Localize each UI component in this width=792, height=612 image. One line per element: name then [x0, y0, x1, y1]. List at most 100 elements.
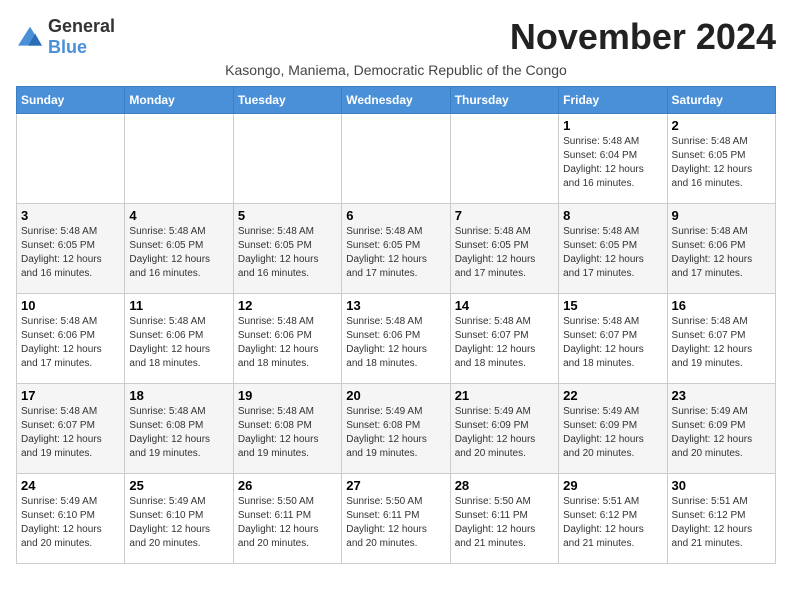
day-info: Sunrise: 5:48 AMSunset: 6:06 PMDaylight:…	[346, 315, 445, 371]
day-number: 16	[672, 298, 771, 313]
day-number: 29	[563, 478, 662, 493]
day-number: 15	[563, 298, 662, 313]
logo-general-text: General	[48, 16, 115, 36]
calendar-cell: 7 Sunrise: 5:48 AMSunset: 6:05 PMDaylight…	[450, 204, 558, 294]
calendar-cell: 11Sunrise: 5:48 AMSunset: 6:06 PMDayligh…	[125, 294, 233, 384]
calendar-cell: 20 Sunrise: 5:49 AMSunset: 6:08 PMDayligh…	[342, 384, 450, 474]
logo-blue-text: Blue	[48, 37, 87, 57]
day-info: Sunrise: 5:48 AMSunset: 6:08 PMDaylight:…	[238, 405, 337, 461]
day-info: Sunrise: 5:48 AMSunset: 6:06 PMDaylight:…	[21, 315, 120, 371]
logo: General Blue	[16, 16, 115, 58]
day-number: 14	[455, 298, 554, 313]
day-info: Sunrise: 5:49 AMSunset: 6:10 PMDaylight:…	[21, 495, 120, 551]
day-number: 20	[346, 388, 445, 403]
day-info: Sunrise: 5:50 AMSunset: 6:11 PMDaylight:…	[238, 495, 337, 551]
logo-icon	[16, 25, 44, 49]
calendar-cell: 6 Sunrise: 5:48 AMSunset: 6:05 PMDaylight…	[342, 204, 450, 294]
calendar-cell: 25Sunrise: 5:49 AMSunset: 6:10 PMDayligh…	[125, 474, 233, 564]
month-title: November 2024	[510, 16, 776, 58]
calendar-cell: 16 Sunrise: 5:48 AMSunset: 6:07 PMDayligh…	[667, 294, 775, 384]
calendar-table: SundayMondayTuesdayWednesdayThursdayFrid…	[16, 86, 776, 564]
day-info: Sunrise: 5:48 AMSunset: 6:05 PMDaylight:…	[346, 225, 445, 281]
day-info: Sunrise: 5:49 AMSunset: 6:09 PMDaylight:…	[672, 405, 771, 461]
day-number: 1	[563, 118, 662, 133]
day-number: 12	[238, 298, 337, 313]
calendar-cell: 12 Sunrise: 5:48 AMSunset: 6:06 PMDayligh…	[233, 294, 341, 384]
calendar-cell	[125, 114, 233, 204]
day-info: Sunrise: 5:48 AMSunset: 6:07 PMDaylight:…	[21, 405, 120, 461]
day-number: 4	[129, 208, 228, 223]
day-info: Sunrise: 5:48 AMSunset: 6:06 PMDaylight:…	[672, 225, 771, 281]
calendar-cell: 30 Sunrise: 5:51 AMSunset: 6:12 PMDayligh…	[667, 474, 775, 564]
calendar-cell: 22 Sunrise: 5:49 AMSunset: 6:09 PMDayligh…	[559, 384, 667, 474]
day-number: 25	[129, 478, 228, 493]
calendar-week-row: 24 Sunrise: 5:49 AMSunset: 6:10 PMDayligh…	[17, 474, 776, 564]
day-info: Sunrise: 5:50 AMSunset: 6:11 PMDaylight:…	[346, 495, 445, 551]
calendar-cell: 26 Sunrise: 5:50 AMSunset: 6:11 PMDayligh…	[233, 474, 341, 564]
day-info: Sunrise: 5:51 AMSunset: 6:12 PMDaylight:…	[672, 495, 771, 551]
day-number: 24	[21, 478, 120, 493]
day-info: Sunrise: 5:48 AMSunset: 6:07 PMDaylight:…	[563, 315, 662, 371]
day-number: 22	[563, 388, 662, 403]
calendar-cell	[342, 114, 450, 204]
day-info: Sunrise: 5:49 AMSunset: 6:09 PMDaylight:…	[563, 405, 662, 461]
day-info: Sunrise: 5:49 AMSunset: 6:08 PMDaylight:…	[346, 405, 445, 461]
day-info: Sunrise: 5:51 AMSunset: 6:12 PMDaylight:…	[563, 495, 662, 551]
day-number: 9	[672, 208, 771, 223]
calendar-week-row: 1Sunrise: 5:48 AMSunset: 6:04 PMDaylight…	[17, 114, 776, 204]
day-info: Sunrise: 5:48 AMSunset: 6:07 PMDaylight:…	[672, 315, 771, 371]
day-info: Sunrise: 5:48 AMSunset: 6:05 PMDaylight:…	[672, 135, 771, 191]
calendar-week-row: 17 Sunrise: 5:48 AMSunset: 6:07 PMDayligh…	[17, 384, 776, 474]
calendar-cell: 10Sunrise: 5:48 AMSunset: 6:06 PMDayligh…	[17, 294, 125, 384]
day-info: Sunrise: 5:48 AMSunset: 6:06 PMDaylight:…	[238, 315, 337, 371]
calendar-cell: 3Sunrise: 5:48 AMSunset: 6:05 PMDaylight…	[17, 204, 125, 294]
day-number: 23	[672, 388, 771, 403]
calendar-cell	[450, 114, 558, 204]
calendar-cell: 24 Sunrise: 5:49 AMSunset: 6:10 PMDayligh…	[17, 474, 125, 564]
day-number: 6	[346, 208, 445, 223]
day-number: 8	[563, 208, 662, 223]
calendar-cell: 23 Sunrise: 5:49 AMSunset: 6:09 PMDayligh…	[667, 384, 775, 474]
calendar-cell: 5 Sunrise: 5:48 AMSunset: 6:05 PMDaylight…	[233, 204, 341, 294]
calendar-cell: 18Sunrise: 5:48 AMSunset: 6:08 PMDayligh…	[125, 384, 233, 474]
calendar-cell: 2 Sunrise: 5:48 AMSunset: 6:05 PMDaylight…	[667, 114, 775, 204]
calendar-subtitle: Kasongo, Maniema, Democratic Republic of…	[16, 62, 776, 78]
day-number: 2	[672, 118, 771, 133]
calendar-week-row: 3 Sunrise: 5:48 AMSunset: 6:05 PMDaylight…	[17, 204, 776, 294]
calendar-cell	[17, 114, 125, 204]
day-number: 26	[238, 478, 337, 493]
day-info: Sunrise: 5:48 AMSunset: 6:05 PMDaylight:…	[563, 225, 662, 281]
calendar-cell: 21 Sunrise: 5:49 AMSunset: 6:09 PMDayligh…	[450, 384, 558, 474]
day-number: 11	[129, 298, 228, 313]
calendar-week-row: 10Sunrise: 5:48 AMSunset: 6:06 PMDayligh…	[17, 294, 776, 384]
weekday-header-tuesday: Tuesday	[233, 87, 341, 114]
calendar-cell: 29 Sunrise: 5:51 AMSunset: 6:12 PMDayligh…	[559, 474, 667, 564]
weekday-header-sunday: Sunday	[17, 87, 125, 114]
day-info: Sunrise: 5:48 AMSunset: 6:05 PMDaylight:…	[238, 225, 337, 281]
day-info: Sunrise: 5:48 AMSunset: 6:05 PMDaylight:…	[455, 225, 554, 281]
day-number: 28	[455, 478, 554, 493]
day-number: 5	[238, 208, 337, 223]
day-info: Sunrise: 5:48 AMSunset: 6:07 PMDaylight:…	[455, 315, 554, 371]
weekday-header-row: SundayMondayTuesdayWednesdayThursdayFrid…	[17, 87, 776, 114]
day-number: 18	[129, 388, 228, 403]
weekday-header-friday: Friday	[559, 87, 667, 114]
weekday-header-thursday: Thursday	[450, 87, 558, 114]
calendar-cell: 4 Sunrise: 5:48 AMSunset: 6:05 PMDaylight…	[125, 204, 233, 294]
day-info: Sunrise: 5:49 AMSunset: 6:09 PMDaylight:…	[455, 405, 554, 461]
calendar-cell: 14 Sunrise: 5:48 AMSunset: 6:07 PMDayligh…	[450, 294, 558, 384]
day-info: Sunrise: 5:48 AMSunset: 6:05 PMDaylight:…	[129, 225, 228, 281]
day-number: 27	[346, 478, 445, 493]
day-number: 21	[455, 388, 554, 403]
calendar-cell: 27 Sunrise: 5:50 AMSunset: 6:11 PMDayligh…	[342, 474, 450, 564]
calendar-cell: 8 Sunrise: 5:48 AMSunset: 6:05 PMDaylight…	[559, 204, 667, 294]
weekday-header-saturday: Saturday	[667, 87, 775, 114]
calendar-cell: 1Sunrise: 5:48 AMSunset: 6:04 PMDaylight…	[559, 114, 667, 204]
day-number: 30	[672, 478, 771, 493]
day-number: 3	[21, 208, 120, 223]
day-info: Sunrise: 5:50 AMSunset: 6:11 PMDaylight:…	[455, 495, 554, 551]
day-number: 17	[21, 388, 120, 403]
day-number: 7	[455, 208, 554, 223]
calendar-cell	[233, 114, 341, 204]
day-number: 19	[238, 388, 337, 403]
